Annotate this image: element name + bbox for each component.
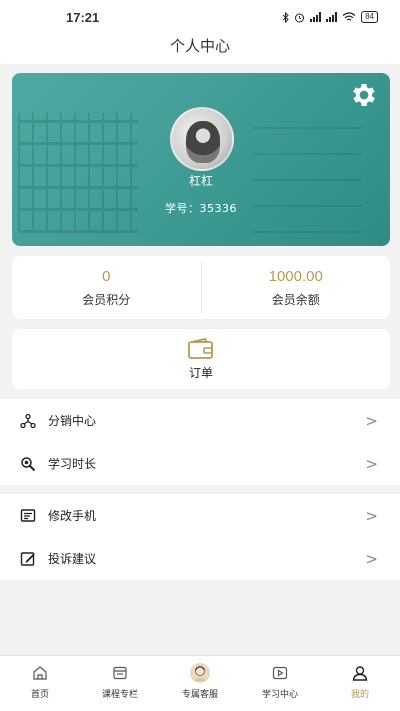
avatar-photo: [186, 121, 220, 163]
menu-item-complaint[interactable]: 投诉建议 >: [0, 537, 400, 580]
menu-label: 分销中心: [48, 414, 97, 428]
menu-label: 学习时长: [48, 457, 97, 471]
user-icon: [349, 662, 371, 684]
home-icon: [29, 662, 51, 684]
bluetooth-icon: [282, 11, 289, 23]
service-avatar-icon: [189, 662, 211, 684]
member-points[interactable]: 0 会员积分: [12, 256, 201, 319]
tab-label: 首页: [30, 690, 49, 700]
wallet-icon: [188, 337, 213, 359]
settings-gear-icon[interactable]: [349, 80, 379, 110]
tab-label: 专属客服: [181, 690, 218, 700]
battery-indicator: 84: [361, 11, 378, 23]
status-time: 17:21: [66, 9, 100, 25]
signal-icon: [310, 12, 322, 22]
page-title: 个人中心: [169, 37, 230, 55]
menu-item-study-time[interactable]: 学习时长 >: [0, 442, 400, 485]
menu-label: 修改手机: [48, 509, 97, 523]
order-label: 订单: [188, 365, 213, 380]
avatar[interactable]: [170, 107, 234, 171]
tab-home[interactable]: 首页: [0, 656, 80, 711]
complaint-edit-icon: [20, 551, 36, 567]
order-button[interactable]: 订单: [12, 329, 390, 389]
menu-item-change-phone[interactable]: 修改手机 >: [0, 494, 400, 537]
member-balance-label: 会员余额: [271, 292, 320, 307]
phone-edit-icon: [20, 508, 36, 524]
member-balance[interactable]: 1000.00 会员余额: [202, 256, 391, 319]
signal-icon-2: [326, 12, 338, 22]
status-bar: 17:21 84: [0, 0, 400, 34]
menu-group-1: 分销中心 > 学习时长 >: [0, 399, 400, 485]
chevron-right-icon: >: [365, 454, 378, 473]
bottom-tab-bar: 首页 课程专栏 专属客服 学习中心 我的: [0, 655, 400, 711]
tab-mine[interactable]: 我的: [320, 656, 400, 711]
chevron-right-icon: >: [365, 411, 378, 430]
tab-label: 学习中心: [261, 690, 298, 700]
tab-service[interactable]: 专属客服: [160, 656, 240, 711]
chevron-right-icon: >: [365, 549, 378, 568]
member-points-label: 会员积分: [82, 292, 131, 307]
chevron-right-icon: >: [365, 506, 378, 525]
menu-label: 投诉建议: [48, 552, 97, 566]
stats-card: 0 会员积分 1000.00 会员余额: [12, 256, 390, 319]
video-play-icon: [269, 662, 291, 684]
tab-label: 我的: [350, 690, 369, 700]
tab-courses[interactable]: 课程专栏: [80, 656, 160, 711]
nav-bar: 个人中心: [0, 34, 400, 64]
wifi-icon: [342, 12, 356, 21]
study-time-search-icon: [20, 456, 36, 472]
menu-group-2: 修改手机 > 投诉建议 >: [0, 494, 400, 580]
alarm-icon: [295, 13, 305, 22]
profile-card: 杠杠 学号：35336: [12, 73, 390, 246]
distribution-icon: [20, 413, 36, 429]
user-name: 杠杠: [188, 174, 213, 188]
tab-label: 课程专栏: [101, 690, 138, 700]
tab-study-center[interactable]: 学习中心: [240, 656, 320, 711]
student-id: 学号：35336: [165, 202, 237, 215]
course-icon: [109, 662, 131, 684]
menu-item-distribution[interactable]: 分销中心 >: [0, 399, 400, 442]
member-balance-value: 1000.00: [268, 267, 323, 285]
member-points-value: 0: [102, 267, 111, 285]
status-icons: 84: [282, 11, 378, 23]
